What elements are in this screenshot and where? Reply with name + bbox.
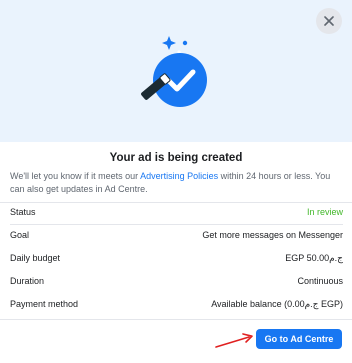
detail-label: Payment method	[10, 299, 79, 309]
detail-row-payment-method: Payment method Available balance (0.00ج.…	[10, 293, 343, 315]
close-icon	[324, 16, 334, 26]
annotation-arrow-icon	[215, 333, 253, 348]
detail-row-duration: Duration Continuous	[10, 270, 343, 292]
detail-row-daily-budget: Daily budget EGP 50.00ج.م	[10, 247, 343, 269]
detail-value: Available balance (0.00ج.م EGP)	[211, 298, 343, 309]
detail-label: Goal	[10, 230, 30, 240]
advertising-policies-link[interactable]: Advertising Policies	[140, 171, 218, 181]
hero-banner	[0, 0, 352, 142]
detail-row-goal: Goal Get more messages on Messenger	[10, 224, 343, 246]
detail-label: Duration	[10, 276, 45, 286]
detail-label: Daily budget	[10, 253, 61, 263]
detail-value: Continuous	[297, 276, 343, 286]
detail-value: Get more messages on Messenger	[202, 230, 343, 240]
detail-label: Status	[10, 207, 36, 217]
footer-divider	[0, 319, 352, 320]
description-text: We'll let you know if it meets our	[10, 171, 141, 181]
magic-wand-check-icon	[141, 36, 207, 107]
status-value: In review	[306, 207, 343, 217]
dialog-description: We'll let you know if it meets our Adver…	[10, 170, 344, 195]
go-to-ad-centre-button[interactable]: Go to Ad Centre	[256, 329, 342, 349]
detail-value: EGP 50.00ج.م	[285, 252, 343, 263]
dialog-title: Your ad is being created	[109, 152, 243, 164]
detail-row-status: Status In review	[10, 201, 343, 223]
close-button[interactable]	[316, 8, 342, 34]
